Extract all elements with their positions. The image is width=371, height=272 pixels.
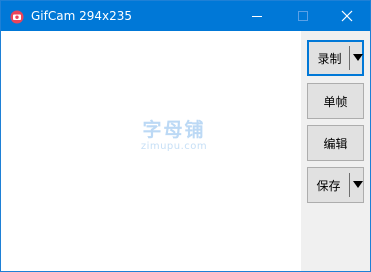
minimize-icon xyxy=(251,7,263,26)
maximize-button[interactable] xyxy=(280,1,326,31)
edit-button[interactable]: 编辑 xyxy=(307,125,364,161)
record-button[interactable]: 录制 xyxy=(307,40,364,76)
edit-label: 编辑 xyxy=(323,136,348,151)
gifcam-icon xyxy=(10,9,24,24)
frame-button[interactable]: 单帧 xyxy=(307,83,364,119)
frame-label: 单帧 xyxy=(323,94,348,109)
save-label: 保存 xyxy=(316,178,341,193)
watermark-url: zimupu.com xyxy=(140,141,208,152)
watermark: 字母铺 zimupu.com xyxy=(119,119,229,153)
window-title: GifCam 294x235 xyxy=(31,9,133,23)
record-label: 录制 xyxy=(317,51,342,66)
capture-area[interactable]: 字母铺 zimupu.com xyxy=(1,31,301,271)
title-bar[interactable]: GifCam 294x235 xyxy=(1,1,370,31)
control-panel: 录制 单帧 编辑 保存 xyxy=(301,31,370,271)
split-divider xyxy=(349,46,350,70)
watermark-text: 字母铺 xyxy=(142,119,206,141)
dropdown-arrow-icon[interactable] xyxy=(353,54,363,61)
close-icon xyxy=(341,7,353,26)
close-button[interactable] xyxy=(324,1,370,31)
gifcam-window: GifCam 294x235 字母铺 zimupu.com 录制 单帧 编辑 保… xyxy=(0,0,371,272)
split-divider xyxy=(349,173,350,197)
save-button[interactable]: 保存 xyxy=(307,167,364,203)
minimize-button[interactable] xyxy=(234,1,280,31)
maximize-icon xyxy=(297,7,309,26)
dropdown-arrow-icon[interactable] xyxy=(353,181,363,188)
